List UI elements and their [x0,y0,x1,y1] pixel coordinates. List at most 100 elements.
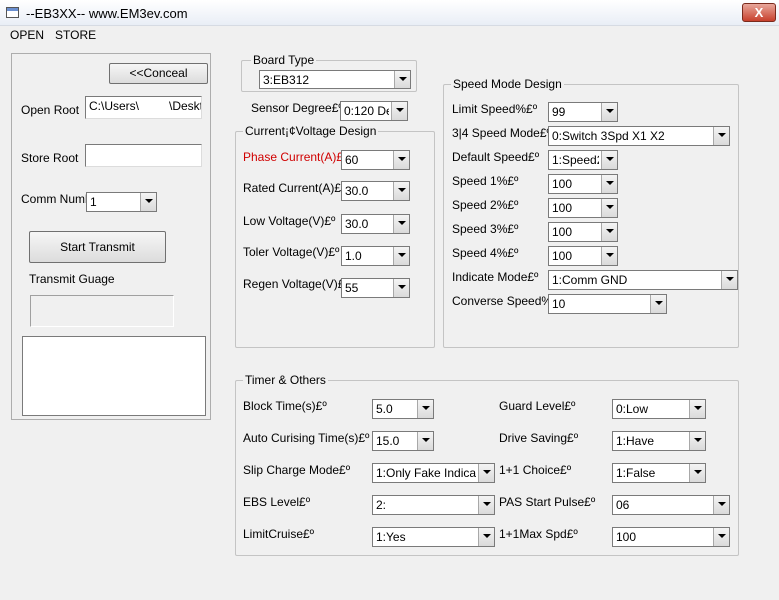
limit-cruise-select[interactable]: 1:Yes [372,527,495,547]
converse-speed-select[interactable]: 10 [548,294,667,314]
speed3-select[interactable]: 100 [548,222,618,242]
ebs-level-value: 2: [376,498,387,512]
speed4-select[interactable]: 100 [548,246,618,266]
chevron-down-icon[interactable] [140,193,156,211]
chevron-down-icon[interactable] [721,271,737,289]
chevron-down-icon[interactable] [393,247,409,265]
limit-speed-select[interactable]: 99 [548,102,618,122]
pas-start-select[interactable]: 06 [612,495,730,515]
chevron-down-icon[interactable] [417,400,433,418]
chevron-down-icon[interactable] [478,496,494,514]
board-type-select[interactable]: 3:EB312 [259,70,411,89]
indicate-mode-select[interactable]: 1:Comm GND [548,270,738,290]
low-voltage-select[interactable]: 30.0 [341,214,410,234]
max-spd-select[interactable]: 100 [612,527,730,547]
auto-cruising-label: Auto Curising Time(s)£º [243,431,370,445]
speed-mode-label: 3|4 Speed Mode£º [452,126,551,140]
chevron-down-icon[interactable] [713,496,729,514]
auto-cruising-select[interactable]: 15.0 [372,431,434,451]
chevron-down-icon[interactable] [478,464,494,482]
indicate-mode-value: 1:Comm GND [552,273,628,287]
low-voltage-label: Low Voltage(V)£º [243,214,336,228]
chevron-down-icon[interactable] [601,247,617,265]
regen-voltage-select[interactable]: 55 [341,278,410,298]
chevron-down-icon[interactable] [394,71,410,88]
phase-current-select[interactable]: 60 [341,150,410,170]
toler-voltage-select[interactable]: 1.0 [341,246,410,266]
limit-speed-label: Limit Speed%£º [452,102,538,116]
chevron-down-icon[interactable] [601,199,617,217]
open-root-field[interactable]: C:\Users\ \Deskt [85,96,202,119]
comm-number-select[interactable]: 1 [86,192,157,212]
chevron-down-icon[interactable] [689,432,705,450]
default-speed-select[interactable]: 1:Speed2 [548,150,618,170]
chevron-down-icon[interactable] [393,215,409,233]
toler-voltage-value: 1.0 [345,249,362,263]
toler-voltage-label: Toler Voltage(V)£º [243,245,340,259]
block-time-label: Block Time(s)£º [243,399,327,413]
current-voltage-group: Current¡¢Voltage Design Phase Current(A)… [235,124,435,348]
title-bar: --EB3XX-- www.EM3ev.com X [0,0,779,26]
chevron-down-icon[interactable] [393,151,409,169]
left-panel: <<Conceal Open Root C:\Users\ \Deskt Sto… [11,53,211,420]
window-app-icon[interactable] [6,7,19,18]
phase-current-label: Phase Current(A)£º [243,150,348,164]
max-spd-value: 100 [616,530,637,544]
store-root-label: Store Root [21,151,79,165]
block-time-select[interactable]: 5.0 [372,399,434,419]
chevron-down-icon[interactable] [601,223,617,241]
chevron-down-icon[interactable] [391,102,407,120]
chevron-down-icon[interactable] [601,103,617,121]
max-spd-label: 1+1Max Spd£º [499,527,578,541]
ebs-level-select[interactable]: 2: [372,495,495,515]
chevron-down-icon[interactable] [393,279,409,297]
speed1-select[interactable]: 100 [548,174,618,194]
sensor-degree-value: 0:120 Deg [344,104,389,118]
pas-start-value: 06 [616,498,630,512]
chevron-down-icon[interactable] [689,464,705,482]
speed2-select[interactable]: 100 [548,198,618,218]
store-root-field[interactable] [85,144,202,167]
transmit-gauge-label: Transmit Guage [29,272,115,286]
close-button[interactable]: X [742,3,776,22]
one-one-choice-label: 1+1 Choice£º [499,463,572,477]
speed3-value: 100 [552,225,573,239]
regen-voltage-value: 55 [345,281,359,295]
menu-bar: OPEN STORE [0,26,779,44]
one-one-choice-select[interactable]: 1:False [612,463,706,483]
default-speed-value: 1:Speed2 [552,153,599,167]
chevron-down-icon[interactable] [417,432,433,450]
transmit-log-box[interactable] [22,336,206,416]
speed2-label: Speed 2%£º [452,198,519,212]
chevron-down-icon[interactable] [689,400,705,418]
drive-saving-select[interactable]: 1:Have [612,431,706,451]
conceal-button[interactable]: <<Conceal [109,63,208,84]
drive-saving-label: Drive Saving£º [499,431,579,445]
chevron-down-icon[interactable] [650,295,666,313]
slip-charge-select[interactable]: 1:Only Fake Indica [372,463,495,483]
chevron-down-icon[interactable] [393,182,409,200]
chevron-down-icon[interactable] [601,175,617,193]
chevron-down-icon[interactable] [601,151,617,169]
menu-open[interactable]: OPEN [10,28,44,42]
board-type-group: Board Type 3:EB312 [241,53,417,92]
timer-others-group: Timer & Others Block Time(s)£º 5.0 Auto … [235,373,739,556]
sensor-degree-select[interactable]: 0:120 Deg [340,101,408,121]
rated-current-label: Rated Current(A)£º [243,181,346,195]
speed-mode-legend: Speed Mode Design [451,77,564,91]
rated-current-select[interactable]: 30.0 [341,181,410,201]
chevron-down-icon[interactable] [478,528,494,546]
menu-store[interactable]: STORE [55,28,96,42]
low-voltage-value: 30.0 [345,217,369,231]
auto-cruising-value: 15.0 [376,434,400,448]
guard-level-select[interactable]: 0:Low [612,399,706,419]
speed-mode-select[interactable]: 0:Switch 3Spd X1 X2 [548,126,730,146]
slip-charge-value: 1:Only Fake Indica [376,466,476,480]
timer-others-legend: Timer & Others [243,373,328,387]
comm-number-value: 1 [90,195,97,209]
ebs-level-label: EBS Level£º [243,495,311,509]
chevron-down-icon[interactable] [713,127,729,145]
chevron-down-icon[interactable] [713,528,729,546]
limit-speed-value: 99 [552,105,566,119]
start-transmit-button[interactable]: Start Transmit [29,231,166,263]
